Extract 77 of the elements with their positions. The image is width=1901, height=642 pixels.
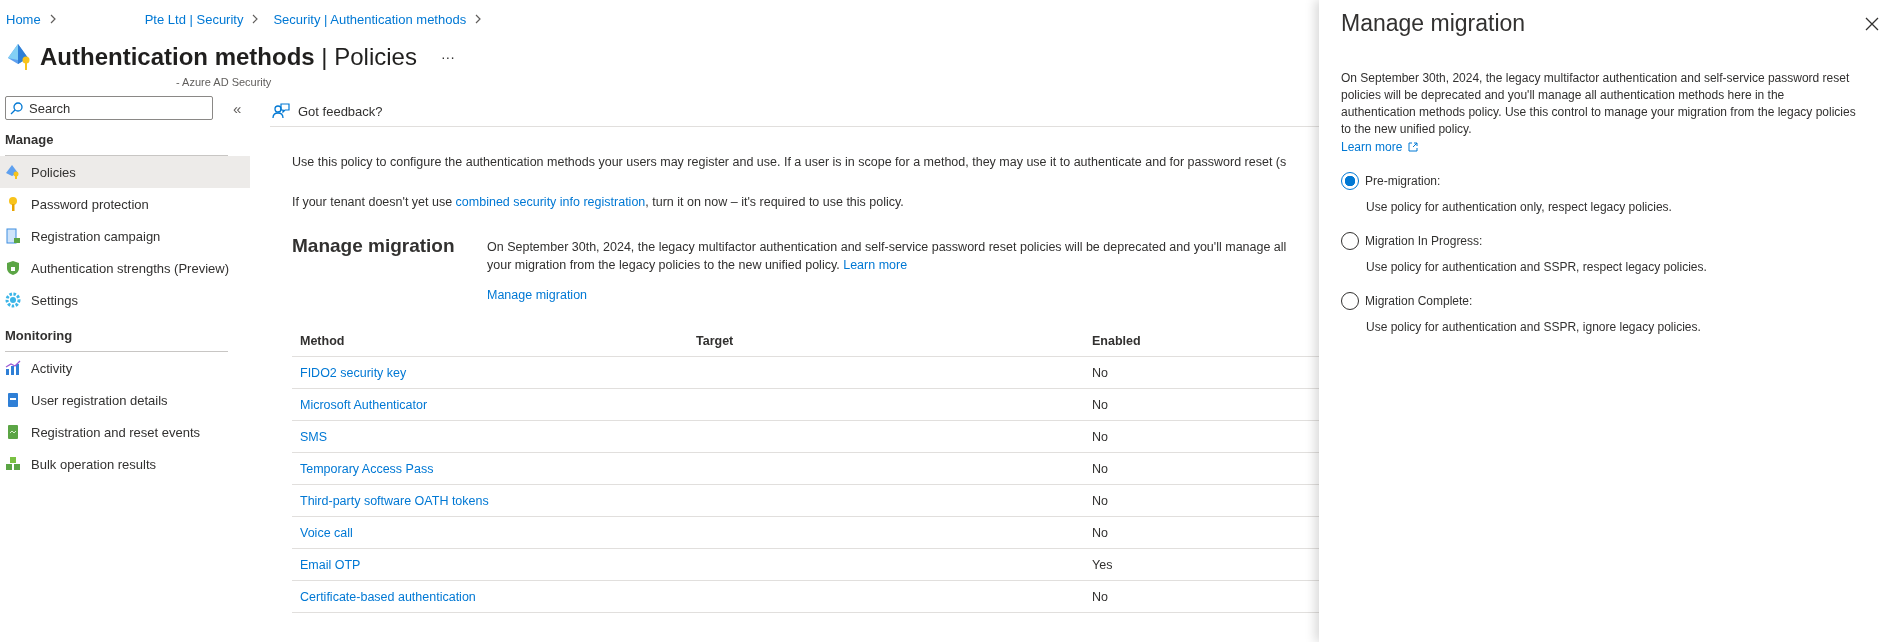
table-cell: No xyxy=(1092,525,1108,540)
sidebar-item[interactable]: Password protection xyxy=(0,188,250,220)
column-header: Target xyxy=(688,326,1084,357)
tenant-notice: If your tenant doesn't yet use combined security info registration, turn it on now – it's required to use this policy. xyxy=(292,195,905,209)
pyramid-key-icon xyxy=(5,164,21,180)
method-link[interactable]: Temporary Access Pass xyxy=(300,461,434,476)
page-title: Authentication methods | Policies xyxy=(40,43,417,71)
method-link[interactable]: FIDO2 security key xyxy=(300,365,407,380)
radio-button[interactable] xyxy=(1341,172,1359,190)
method-link[interactable]: SMS xyxy=(300,429,328,444)
sidebar-item-label: Activity xyxy=(31,360,73,376)
sidebar-item[interactable]: Activity xyxy=(0,352,250,384)
more-button[interactable]: ··· xyxy=(440,49,455,65)
sidebar-item-label: Authentication strengths (Preview) xyxy=(31,260,229,276)
sidebar-item-label: Settings xyxy=(31,292,78,308)
sidebar-item-label: Password protection xyxy=(31,196,149,212)
radio-label: Migration In Progress: xyxy=(1365,234,1483,248)
collapse-button[interactable]: « xyxy=(233,99,242,117)
manage-migration-link[interactable]: Manage migration xyxy=(487,288,588,302)
method-link[interactable]: Voice call xyxy=(300,525,353,540)
chevron-right-icon xyxy=(474,14,483,24)
table-cell: No xyxy=(1092,461,1108,476)
chevron-right-icon xyxy=(48,14,57,24)
sidebar-item[interactable]: Settings xyxy=(0,284,250,316)
gear-icon xyxy=(5,292,21,308)
table-cell: No xyxy=(1092,365,1108,380)
method-link[interactable]: Email OTP xyxy=(300,557,361,572)
column-header: Method xyxy=(292,326,688,357)
sidebar-item-label: Bulk operation results xyxy=(31,456,156,472)
option-description: Use policy for authentication only, respect legacy policies. xyxy=(1366,200,1673,214)
radio-label: Migration Complete: xyxy=(1365,294,1473,308)
sidebar-item[interactable]: User registration details xyxy=(0,384,250,416)
close-icon[interactable] xyxy=(1865,16,1879,31)
learn-more-link[interactable]: Learn more xyxy=(1341,140,1419,154)
method-link[interactable]: Third-party software OATH tokens xyxy=(300,493,489,508)
sidebar-item[interactable]: Authentication strengths (Preview) xyxy=(0,252,250,284)
breadcrumb-link[interactable]: Pte Ltd | Security xyxy=(144,11,244,27)
sidebar-item-label: User registration details xyxy=(31,392,168,408)
migration-description: On September 30th, 2024, the legacy multifactor authentication and self-service password reset policies will be deprecated and you'll manage all your migration from the legacy policies to the new unified policy. Learn more xyxy=(487,239,1287,274)
shield-lock-icon xyxy=(5,260,21,276)
learn-more-link[interactable]: Learn more xyxy=(843,258,908,272)
external-link-icon xyxy=(1408,142,1419,152)
option-description: Use policy for authentication and SSPR, respect legacy policies. xyxy=(1366,260,1708,274)
sidebar-item-label: Policies xyxy=(31,164,76,180)
bar-chart-icon xyxy=(5,360,21,376)
chevron-right-icon xyxy=(251,14,260,24)
method-link[interactable]: Microsoft Authenticator xyxy=(300,397,428,412)
page-subtitle: - Azure AD Security xyxy=(176,76,273,88)
breadcrumb-link[interactable]: Security | Authentication methods xyxy=(273,11,467,27)
sidebar-section-heading: Manage xyxy=(4,131,55,149)
panel-description: On September 30th, 2024, the legacy multifactor authentication and self-service password reset policies will be deprecated and you'll manage all authentication methods here in the authentication methods policy. Use this control to manage your migration from the legacy policies to the new unified policy. xyxy=(1341,70,1857,138)
sidebar-item[interactable]: Registration and reset events xyxy=(0,416,250,448)
sidebar-section-heading: Monitoring xyxy=(4,327,74,345)
log-book-icon xyxy=(5,424,21,440)
feedback-icon xyxy=(272,103,290,119)
method-link[interactable]: Certificate-based authentication xyxy=(300,589,476,604)
table-cell: No xyxy=(1092,493,1108,508)
sidebar-item[interactable]: Registration campaign xyxy=(0,220,250,252)
sidebar-item[interactable]: Policies xyxy=(0,156,250,188)
breadcrumb-link[interactable]: Home xyxy=(6,11,41,27)
sidebar-item-label: Registration campaign xyxy=(31,228,161,244)
policy-description: Use this policy to configure the authentication methods your users may register and use. If a user is in scope for a method, they may use it to authenticate and for password reset (s xyxy=(292,155,1288,169)
panel-title: Manage migration xyxy=(1341,10,1526,37)
feedback-button[interactable]: Got feedback? xyxy=(270,103,383,119)
table-cell: Yes xyxy=(1092,557,1113,572)
book-icon xyxy=(5,392,21,408)
device-check-icon xyxy=(5,228,21,244)
sidebar-item[interactable]: Bulk operation results xyxy=(0,448,250,480)
section-heading: Manage migration xyxy=(292,235,456,258)
table-cell: No xyxy=(1092,429,1108,444)
table-cell: No xyxy=(1092,589,1108,604)
sidebar-item-label: Registration and reset events xyxy=(31,424,201,440)
table-cell: No xyxy=(1092,397,1108,412)
option-description: Use policy for authentication and SSPR, ignore legacy policies. xyxy=(1366,320,1702,334)
cubes-icon xyxy=(5,456,21,472)
radio-label: Pre-migration: xyxy=(1365,174,1441,188)
search-field[interactable]: Search xyxy=(5,96,213,120)
